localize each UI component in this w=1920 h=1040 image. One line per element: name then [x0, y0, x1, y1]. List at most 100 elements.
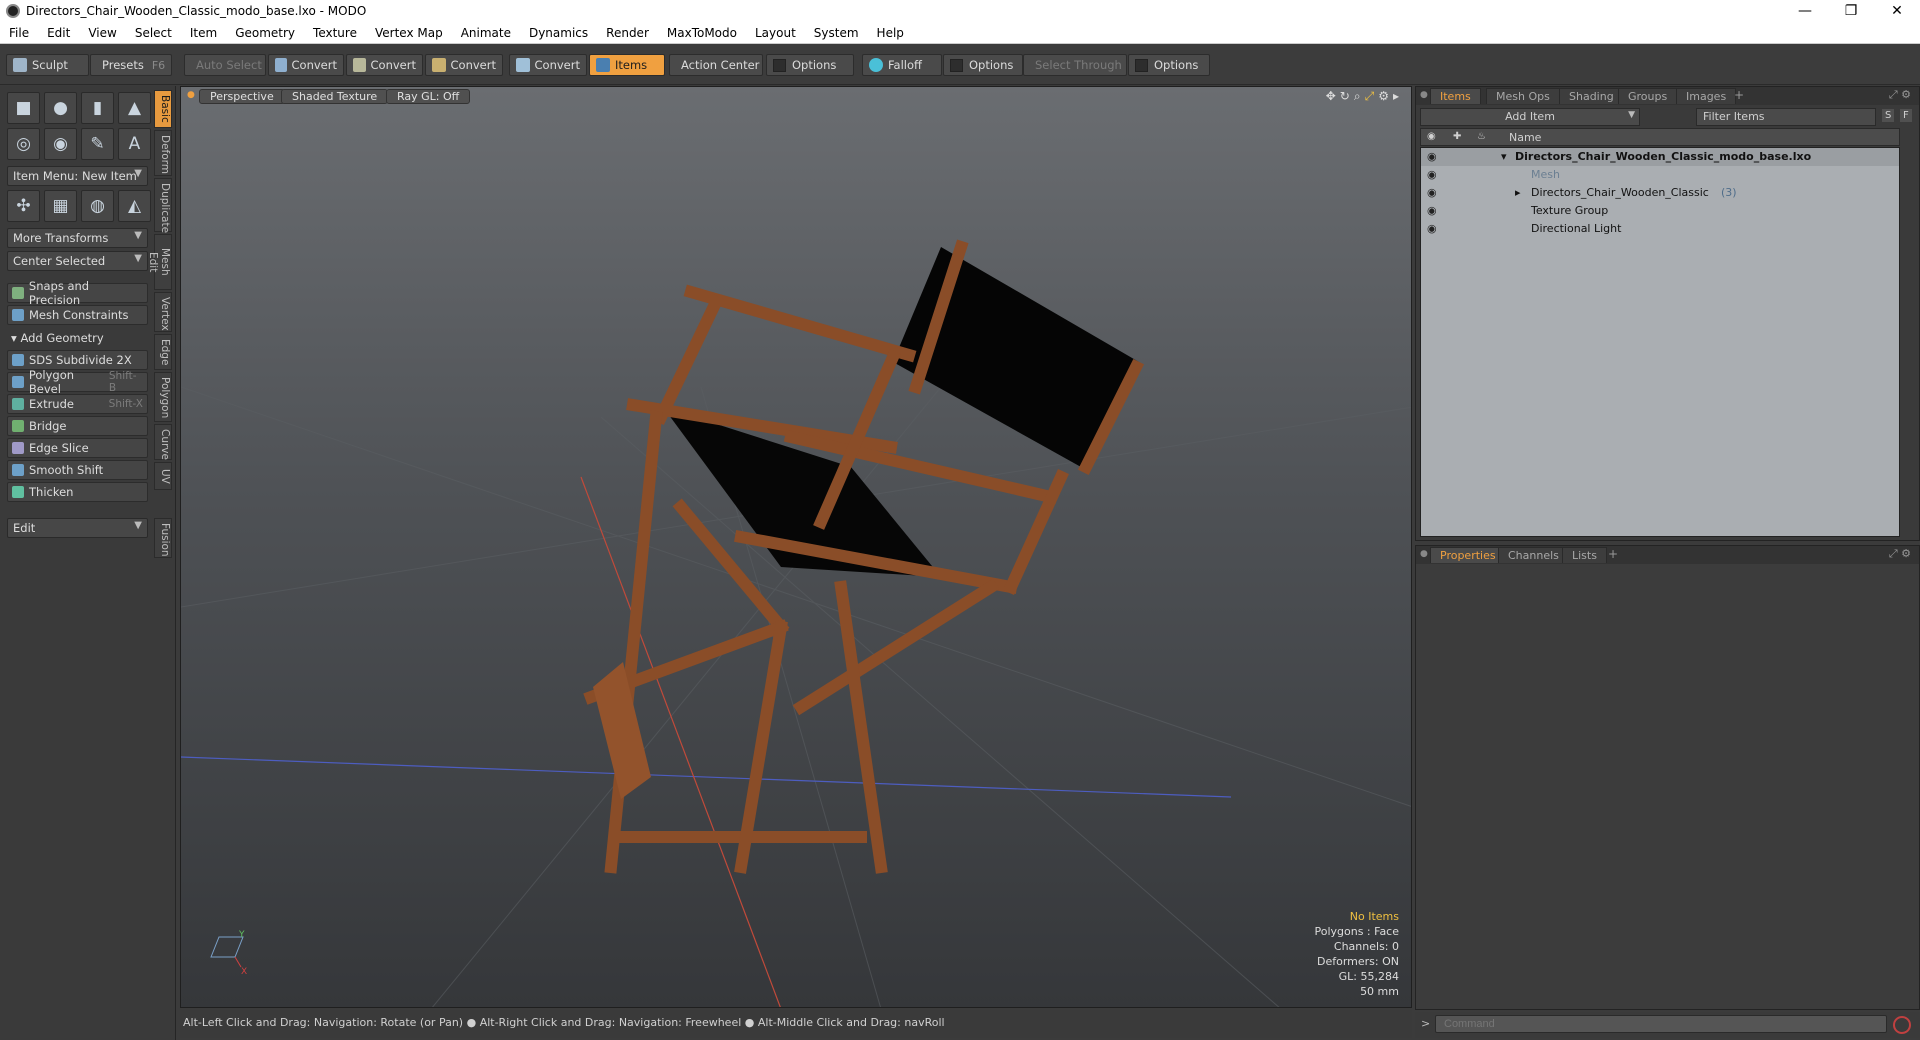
settings-gear-icon[interactable]: ⚙ — [1378, 89, 1389, 104]
tab-polygon[interactable]: Polygon — [154, 372, 172, 422]
fit-icon[interactable]: ⤢ — [1365, 89, 1375, 104]
menu-layout[interactable]: Layout — [746, 26, 805, 40]
menu-texture[interactable]: Texture — [304, 26, 366, 40]
menu-help[interactable]: Help — [868, 26, 913, 40]
eye-icon[interactable]: ◉ — [1427, 204, 1437, 217]
transform-icon[interactable]: ✣ — [7, 190, 40, 222]
add-geometry-header[interactable]: ▾ Add Geometry — [7, 329, 148, 347]
minimize-button[interactable]: — — [1782, 3, 1828, 19]
panel-options-icon[interactable]: ⤢ ⚙ — [1889, 547, 1911, 561]
expand-arrow-icon[interactable]: ▸ — [1393, 89, 1399, 104]
tab-fusion[interactable]: Fusion — [154, 518, 172, 558]
rotate-icon[interactable]: ↻ — [1340, 89, 1350, 104]
expand-arrow-icon[interactable]: ▾ — [1501, 150, 1507, 163]
cube-icon[interactable]: ■ — [7, 92, 40, 124]
panel-menu-dot[interactable]: ● — [1420, 90, 1428, 100]
tool-thicken[interactable]: Thicken — [7, 482, 148, 502]
menu-dynamics[interactable]: Dynamics — [520, 26, 597, 40]
options-checkbox-1[interactable] — [773, 58, 786, 72]
render-icon[interactable]: ♨ — [1477, 131, 1486, 142]
grid-icon[interactable]: ▦ — [44, 190, 77, 222]
item-menu-dropdown[interactable]: Item Menu: New Item ▼ — [7, 166, 148, 186]
text-icon[interactable]: A — [118, 128, 151, 160]
raygl-tab[interactable]: Ray GL: Off — [386, 89, 471, 104]
tool-sds-subdivide[interactable]: SDS Subdivide 2X — [7, 350, 148, 370]
eye-icon[interactable]: ◉ — [1427, 186, 1437, 199]
eye-icon[interactable]: ◉ — [1427, 150, 1437, 163]
sculpt-button[interactable]: Sculpt — [6, 54, 89, 76]
tab-mesh-edit[interactable]: Mesh Edit — [147, 234, 172, 290]
tree-row-mesh[interactable]: ◉ Mesh — [1421, 166, 1899, 184]
zoom-icon[interactable]: ⌕ — [1354, 89, 1361, 104]
tab-lists[interactable]: Lists — [1562, 547, 1607, 563]
center-selected-dropdown[interactable]: Center Selected ▼ — [7, 251, 148, 271]
mesh-constraints-button[interactable]: Mesh Constraints — [7, 305, 148, 325]
viewport-scene[interactable] — [181, 87, 1412, 1008]
options-checkbox-3[interactable] — [1135, 58, 1148, 72]
options-button-1[interactable]: Options — [766, 54, 854, 76]
convert-button-3[interactable]: Convert — [425, 54, 503, 76]
close-button[interactable]: ✕ — [1874, 3, 1920, 19]
pan-icon[interactable]: ✥ — [1326, 89, 1336, 104]
pyramid-icon[interactable]: ◭ — [118, 190, 151, 222]
convert-button-2[interactable]: Convert — [346, 54, 423, 76]
action-center-button[interactable]: Action Center — [669, 54, 763, 76]
select-through-button[interactable]: Select Through — [1023, 54, 1127, 76]
pen-icon[interactable]: ✎ — [81, 128, 114, 160]
menu-view[interactable]: View — [79, 26, 125, 40]
tab-items[interactable]: Items — [1430, 88, 1481, 104]
auto-select-button[interactable]: Auto Select — [184, 54, 266, 76]
menu-animate[interactable]: Animate — [452, 26, 520, 40]
tab-basic[interactable]: Basic — [154, 90, 172, 128]
snaps-precision-button[interactable]: Snaps and Precision — [7, 279, 148, 307]
eye-icon[interactable]: ◉ — [1427, 168, 1437, 181]
filter-f-button[interactable]: F — [1900, 109, 1912, 122]
edit-dropdown[interactable]: Edit ▼ — [7, 518, 148, 538]
view-type-tab[interactable]: Perspective — [199, 89, 285, 104]
tab-groups[interactable]: Groups — [1618, 88, 1678, 104]
tab-deform[interactable]: Deform — [154, 130, 172, 176]
convert-button-1[interactable]: Convert — [268, 54, 344, 76]
maximize-button[interactable]: ❐ — [1828, 3, 1874, 19]
cylinder-icon[interactable]: ▮ — [81, 92, 114, 124]
eye-icon[interactable]: ◉ — [1427, 131, 1436, 142]
menu-vertex-map[interactable]: Vertex Map — [366, 26, 452, 40]
options-button-3[interactable]: Options — [1128, 54, 1210, 76]
globe-icon[interactable]: ◍ — [81, 190, 114, 222]
panel-menu-dot[interactable]: ● — [1420, 549, 1428, 559]
add-tab-icon[interactable]: + — [1734, 88, 1744, 102]
menu-select[interactable]: Select — [126, 26, 181, 40]
items-mode-button[interactable]: Items — [589, 54, 665, 76]
tree-row-texture-group[interactable]: ◉ Texture Group — [1421, 202, 1899, 220]
tool-edge-slice[interactable]: Edge Slice — [7, 438, 148, 458]
tab-shading[interactable]: Shading — [1559, 88, 1624, 104]
tab-edge[interactable]: Edge — [154, 334, 172, 370]
tab-channels[interactable]: Channels — [1498, 547, 1569, 563]
viewport-menu-dot[interactable]: ● — [187, 90, 195, 100]
menu-render[interactable]: Render — [597, 26, 658, 40]
expand-arrow-icon[interactable]: ▸ — [1515, 186, 1521, 199]
tree-row-scene[interactable]: ◉ ▾ Directors_Chair_Wooden_Classic_modo_… — [1421, 148, 1899, 166]
lock-icon[interactable]: ✚ — [1453, 131, 1461, 142]
capsule-icon[interactable]: ◉ — [44, 128, 77, 160]
options-checkbox-2[interactable] — [950, 58, 963, 72]
add-tab-icon[interactable]: + — [1608, 547, 1618, 561]
menu-edit[interactable]: Edit — [38, 26, 79, 40]
chair-model[interactable] — [583, 239, 1145, 874]
tab-duplicate[interactable]: Duplicate — [154, 178, 172, 233]
command-input[interactable] — [1435, 1015, 1887, 1033]
tab-vertex[interactable]: Vertex — [154, 292, 172, 332]
record-icon[interactable] — [1893, 1016, 1911, 1034]
tab-properties[interactable]: Properties — [1430, 547, 1506, 563]
falloff-button[interactable]: Falloff — [862, 54, 942, 76]
eye-icon[interactable]: ◉ — [1427, 222, 1437, 235]
more-transforms-dropdown[interactable]: More Transforms ▼ — [7, 228, 148, 248]
menu-maxtomodo[interactable]: MaxToModo — [658, 26, 746, 40]
menu-file[interactable]: File — [0, 26, 38, 40]
menu-item[interactable]: Item — [181, 26, 226, 40]
tool-smooth-shift[interactable]: Smooth Shift — [7, 460, 148, 480]
options-button-2[interactable]: Options — [943, 54, 1023, 76]
menu-system[interactable]: System — [805, 26, 868, 40]
tree-row-chair[interactable]: ◉ ▸ Directors_Chair_Wooden_Classic (3) — [1421, 184, 1899, 202]
shading-mode-tab[interactable]: Shaded Texture — [281, 89, 389, 104]
